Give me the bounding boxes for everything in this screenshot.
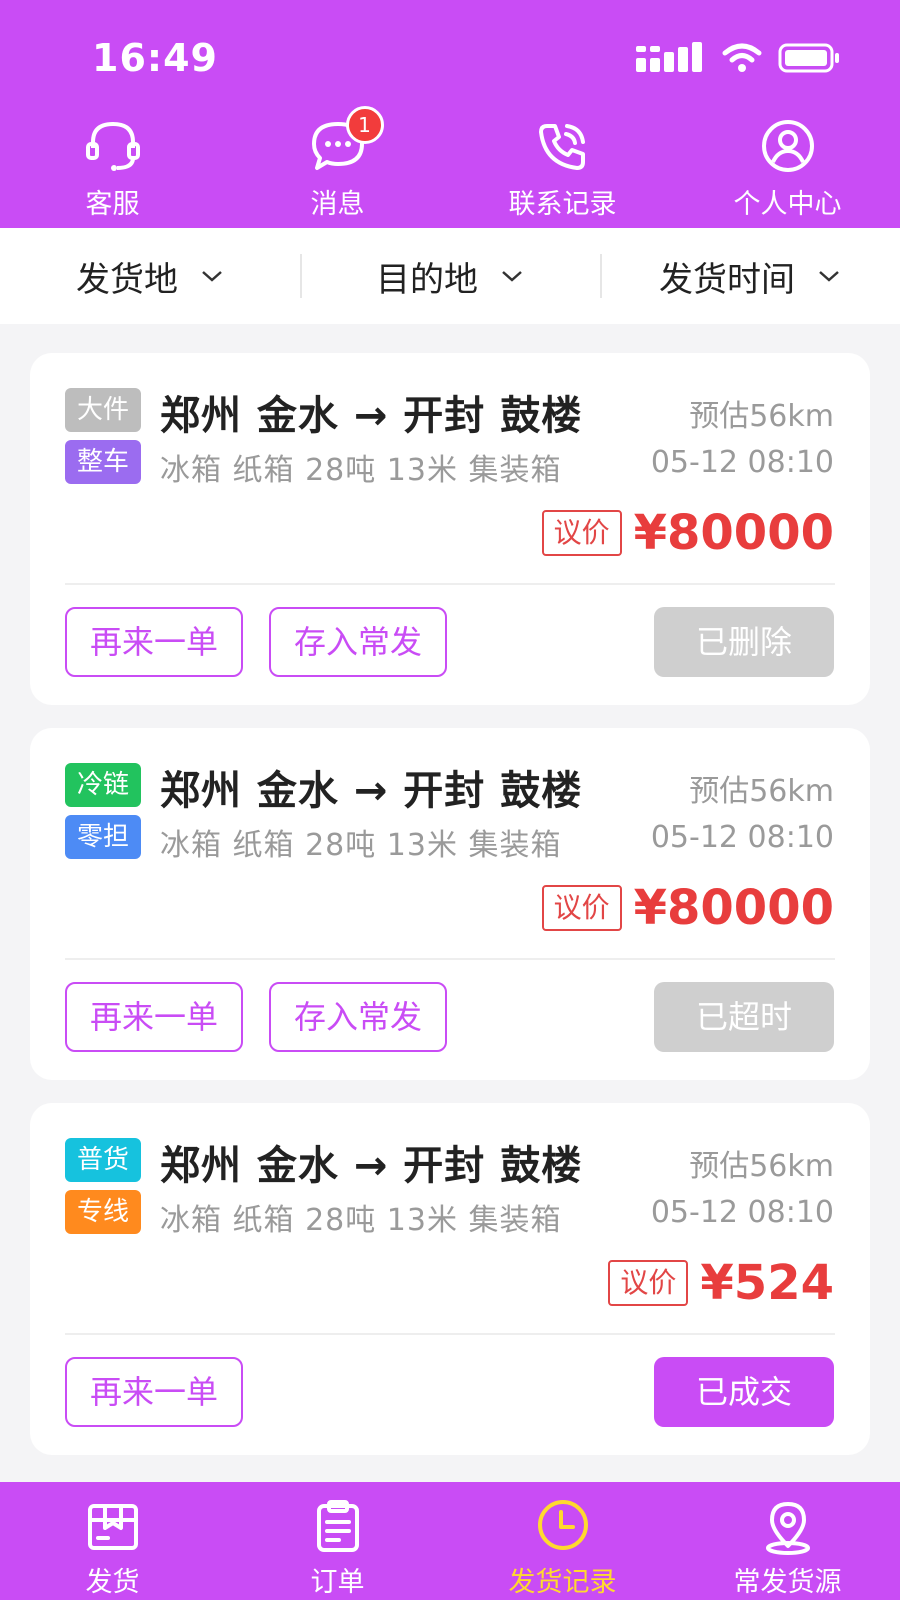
phone-icon <box>538 124 585 170</box>
divider <box>65 1333 835 1335</box>
clipboard-icon <box>316 1500 359 1552</box>
ship-time: 05-12 08:10 <box>650 445 834 480</box>
status-bar: 16:49 <box>0 0 900 110</box>
vehicle-type-tag: 整车 <box>65 440 141 484</box>
price-row: 议价 ¥80000 <box>541 878 834 938</box>
route: 郑州 金水 → 开封 鼓楼 <box>160 1143 583 1189</box>
quick-nav-customer-service[interactable]: 客服 <box>0 110 225 228</box>
distance: 预估56km <box>689 774 834 809</box>
tab-orders[interactable]: 订单 <box>225 1482 450 1600</box>
status-badge: 已成交 <box>654 1357 834 1427</box>
wifi-icon <box>722 43 762 72</box>
quick-nav-profile[interactable]: 个人中心 <box>675 110 900 228</box>
filter-label: 发货地 <box>76 259 178 300</box>
tab-label: 订单 <box>310 1567 365 1598</box>
cargo-info: 冰箱 纸箱 28吨 13米 集装箱 <box>160 453 562 488</box>
chevron-down-icon <box>819 271 839 282</box>
negotiable-badge: 议价 <box>541 885 622 931</box>
chevron-down-icon <box>502 271 522 282</box>
negotiable-badge: 议价 <box>608 1260 689 1306</box>
route: 郑州 金水 → 开封 鼓楼 <box>160 768 583 814</box>
headset-icon <box>85 121 140 171</box>
order-card[interactable]: 大件 整车 郑州 金水 → 开封 鼓楼 预估56km 冰箱 纸箱 28吨 13米… <box>30 353 870 705</box>
vehicle-type-tag: 零担 <box>65 815 141 859</box>
filter-ship-time[interactable]: 发货时间 <box>600 254 900 300</box>
tab-ship[interactable]: 发货 <box>0 1482 225 1600</box>
filter-origin[interactable]: 发货地 <box>0 254 300 300</box>
ship-time: 05-12 08:10 <box>650 1195 834 1230</box>
distance: 预估56km <box>689 399 834 434</box>
quick-nav-label: 客服 <box>85 189 140 220</box>
cargo-info: 冰箱 纸箱 28吨 13米 集装箱 <box>160 828 562 863</box>
cargo-type-tag: 大件 <box>65 388 141 432</box>
save-frequent-button[interactable]: 存入常发 <box>269 982 447 1052</box>
cargo-info: 冰箱 纸箱 28吨 13米 集装箱 <box>160 1203 562 1238</box>
tab-shipping-records[interactable]: 发货记录 <box>450 1482 675 1600</box>
filter-bar: 发货地 目的地 发货时间 <box>0 228 900 324</box>
status-time: 16:49 <box>92 36 218 80</box>
order-card[interactable]: 普货 专线 郑州 金水 → 开封 鼓楼 预估56km 冰箱 纸箱 28吨 13米… <box>30 1103 870 1455</box>
tab-frequent-sources[interactable]: 常发货源 <box>675 1482 900 1600</box>
signal-icon <box>636 42 702 72</box>
order-card[interactable]: 冷链 零担 郑州 金水 → 开封 鼓楼 预估56km 冰箱 纸箱 28吨 13米… <box>30 728 870 1080</box>
quick-nav: 客服 1 消息 联系记录 个人中心 <box>0 106 900 228</box>
box-icon <box>87 1504 138 1550</box>
filter-label: 目的地 <box>376 259 478 300</box>
cargo-type-tag: 冷链 <box>65 763 141 807</box>
location-icon <box>765 1502 810 1555</box>
top-header: 16:49 客服 1 消息 联系记录 个人中心 <box>0 0 900 228</box>
app-screen: 16:49 客服 1 消息 联系记录 个人中心 发货地 目的地 发货时间 大件 … <box>0 0 900 1600</box>
tab-label: 发货 <box>85 1567 140 1598</box>
quick-nav-label: 联系记录 <box>508 189 617 220</box>
bottom-tab-bar: 发货 订单 发货记录 常发货源 <box>0 1482 900 1600</box>
reorder-button[interactable]: 再来一单 <box>65 607 243 677</box>
reorder-button[interactable]: 再来一单 <box>65 1357 243 1427</box>
status-badge: 已删除 <box>654 607 834 677</box>
price-row: 议价 ¥80000 <box>541 503 834 563</box>
vehicle-type-tag: 专线 <box>65 1190 141 1234</box>
price: ¥524 <box>700 1255 834 1311</box>
ship-time: 05-12 08:10 <box>650 820 834 855</box>
message-badge: 1 <box>345 106 384 144</box>
battery-icon <box>778 43 839 73</box>
chat-icon-wrap: 1 <box>308 106 384 176</box>
tab-label: 常发货源 <box>733 1567 842 1598</box>
clock-icon <box>537 1500 588 1550</box>
chevron-down-icon <box>202 271 222 282</box>
filter-destination[interactable]: 目的地 <box>300 254 600 300</box>
route: 郑州 金水 → 开封 鼓楼 <box>160 393 583 439</box>
quick-nav-contact-records[interactable]: 联系记录 <box>450 110 675 228</box>
negotiable-badge: 议价 <box>541 510 622 556</box>
price: ¥80000 <box>633 880 834 936</box>
reorder-button[interactable]: 再来一单 <box>65 982 243 1052</box>
save-frequent-button[interactable]: 存入常发 <box>269 607 447 677</box>
divider <box>65 583 835 585</box>
tab-label: 发货记录 <box>508 1567 617 1598</box>
user-icon <box>761 120 814 172</box>
status-badge: 已超时 <box>654 982 834 1052</box>
status-icons <box>634 40 840 76</box>
quick-nav-label: 消息 <box>310 189 365 220</box>
cargo-type-tag: 普货 <box>65 1138 141 1182</box>
price: ¥80000 <box>633 505 834 561</box>
quick-nav-label: 个人中心 <box>733 189 842 220</box>
divider <box>65 958 835 960</box>
quick-nav-messages[interactable]: 1 消息 <box>225 106 450 228</box>
distance: 预估56km <box>689 1149 834 1184</box>
filter-label: 发货时间 <box>659 259 795 300</box>
price-row: 议价 ¥524 <box>608 1253 834 1313</box>
